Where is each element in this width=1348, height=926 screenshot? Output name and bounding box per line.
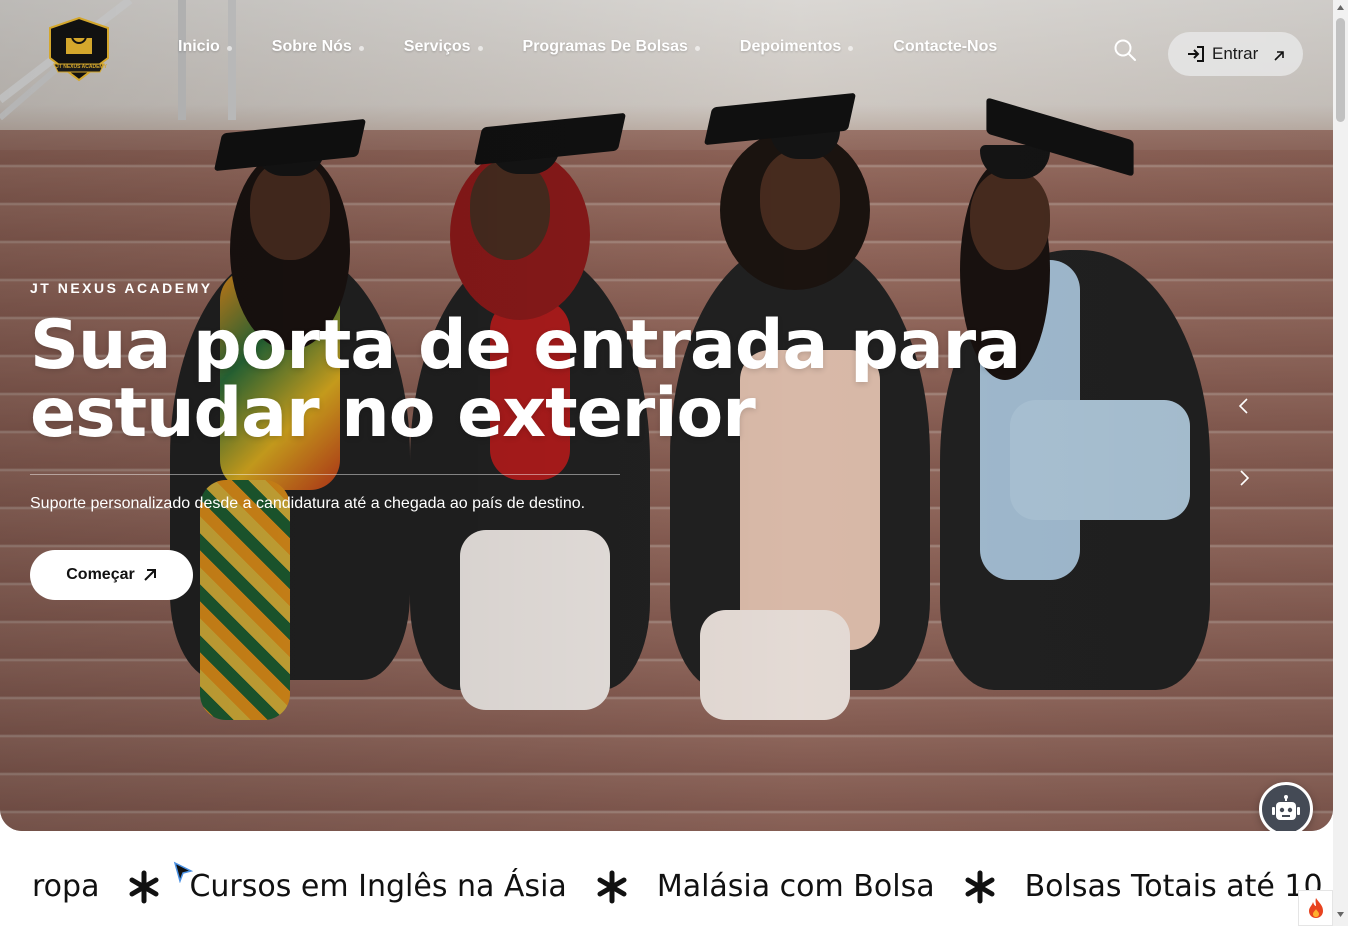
nav-dot [358, 46, 364, 51]
nav-label: Inicio [178, 38, 220, 55]
marquee-track: ropa Cursos em Inglês na Ásia Malásia co… [32, 869, 1323, 904]
nav-label: Contacte-Nos [893, 38, 998, 55]
nav-dot [226, 46, 232, 51]
marquee-item: Cursos em Inglês na Ásia [189, 869, 567, 904]
login-icon [1188, 46, 1204, 62]
nav-label: Programas De Bolsas [522, 38, 688, 55]
marquee-strip: ropa Cursos em Inglês na Ásia Malásia co… [0, 831, 1333, 926]
nav-label: Depoimentos [739, 38, 842, 55]
hero-subtitle: Suporte personalizado desde a candidatur… [30, 495, 586, 512]
search-icon[interactable] [1112, 37, 1138, 63]
nav-dot [694, 46, 700, 51]
login-label: Entrar [1212, 44, 1259, 63]
hero-eyebrow: JT NEXUS ACADEMY [30, 280, 213, 296]
asterisk-icon [965, 870, 995, 903]
hero-banner: JT NEXUS ACADEMY Inicio Sobre Nós Serviç… [0, 0, 1333, 831]
nav-dot [477, 46, 483, 51]
nav-item-sobre-nos[interactable]: Sobre Nós [271, 38, 364, 56]
nav-label: Serviços [403, 38, 471, 55]
chevron-left-icon[interactable] [1234, 396, 1254, 416]
scrollbar-thumb[interactable] [1336, 18, 1345, 122]
chevron-right-icon[interactable] [1234, 468, 1254, 488]
scroll-down-icon[interactable] [1336, 910, 1345, 919]
asterisk-icon [129, 870, 159, 903]
mouse-cursor-icon [173, 861, 193, 883]
nav-item-depoimentos[interactable]: Depoimentos [739, 38, 854, 56]
nav-item-programas-de-bolsas[interactable]: Programas De Bolsas [522, 38, 700, 56]
nav-item-contacte-nos[interactable]: Contacte-Nos [893, 38, 997, 56]
arrow-up-right-icon [144, 569, 156, 581]
asterisk-icon [597, 870, 627, 903]
login-button[interactable]: Entrar [1168, 32, 1303, 76]
start-button[interactable]: Começar [30, 550, 193, 600]
marquee-item: Malásia com Bolsa [656, 869, 935, 904]
flame-icon [1308, 898, 1323, 918]
robot-icon [1272, 795, 1300, 820]
nav-label: Sobre Nós [271, 38, 352, 55]
marquee-item: ropa [32, 869, 100, 904]
logo-text: JT NEXUS ACADEMY [56, 64, 107, 70]
extension-badge[interactable] [1298, 890, 1333, 926]
main-nav: Inicio Sobre Nós Serviços Programas De B… [178, 38, 1049, 56]
nav-dot [848, 46, 854, 51]
arrow-up-right-icon [1274, 51, 1285, 61]
scroll-up-icon[interactable] [1336, 3, 1345, 12]
chatbot-button[interactable] [1259, 782, 1313, 831]
start-button-label: Começar [66, 566, 135, 583]
hero-title: Sua porta de entrada para estudar no ext… [30, 306, 1021, 453]
nav-item-inicio[interactable]: Inicio [178, 38, 232, 56]
nav-item-servicos[interactable]: Serviços [403, 38, 483, 56]
page-scrollbar[interactable] [1333, 0, 1348, 926]
marquee-item: Bolsas Totais até 10 [1024, 869, 1323, 904]
hero-divider [30, 474, 620, 475]
brand-logo[interactable] [44, 16, 114, 82]
